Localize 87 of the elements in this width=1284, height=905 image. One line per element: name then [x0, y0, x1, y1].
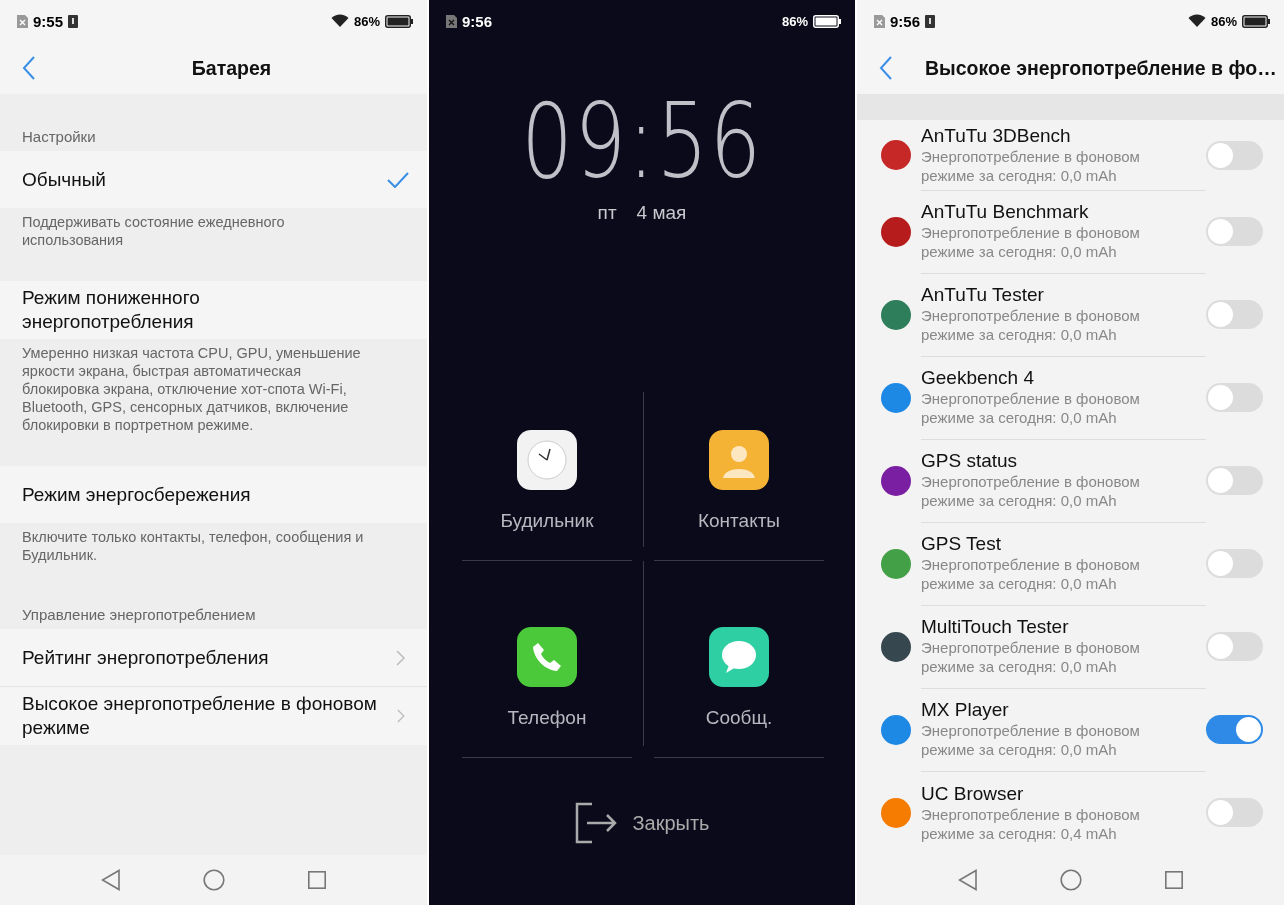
app-usage-text: Энергопотребление в фоновом режиме за сегодня: 0,0 mAh: [921, 223, 1141, 261]
sd-card-icon: [925, 14, 936, 28]
app-icon: [881, 216, 911, 247]
wifi-icon: [1187, 14, 1206, 28]
settings-link[interactable]: Рейтинг энергопотребления: [0, 629, 427, 686]
app-icon: [881, 714, 911, 745]
sim-card-icon: [446, 14, 457, 28]
app-icon: [881, 548, 911, 579]
recent-apps-icon[interactable]: [307, 871, 326, 889]
screen-title: Батарея: [191, 56, 272, 80]
contact-person-icon: [709, 430, 769, 490]
back-chevron-icon[interactable]: [879, 56, 893, 80]
app-icon: [881, 299, 911, 330]
battery-percent: 86%: [353, 13, 380, 29]
shortcut-tile[interactable]: Сообщ.: [654, 561, 824, 758]
app-name: UC Browser: [921, 782, 1025, 805]
battery-icon: [1242, 14, 1270, 28]
app-name: MX Player: [921, 699, 1010, 721]
sim-card-icon: [17, 14, 28, 28]
app-name: Geekbench 4: [921, 367, 1036, 389]
date-label: 4 мая: [636, 202, 687, 224]
app-icon: [881, 382, 911, 413]
section-label: Управление энергопотреблением: [22, 606, 256, 623]
back-icon[interactable]: [101, 869, 122, 891]
battery-percent: 86%: [781, 13, 808, 29]
app-usage-text: Энергопотребление в фоновом режиме за сегодня: 0,0 mAh: [921, 721, 1141, 759]
chevron-right-icon: [396, 649, 405, 666]
mode-option[interactable]: Режим пониженного энергопотребления: [0, 281, 427, 339]
wifi-icon: [330, 14, 349, 28]
settings-link[interactable]: Высокое энергопотребление в фоновом режиме: [0, 686, 427, 745]
status-time: 9:56: [890, 12, 921, 30]
battery-percent: 86%: [1210, 13, 1237, 29]
app-icon: [881, 465, 911, 496]
shortcut-tile[interactable]: Контакты: [654, 378, 824, 561]
toggle-switch[interactable]: [1206, 466, 1263, 495]
status-time: 9:56: [462, 12, 493, 30]
screen-title: Высокое энергопотребление в фо…: [925, 56, 1277, 80]
toggle-switch[interactable]: [1206, 798, 1263, 827]
app-icon: [881, 631, 911, 662]
option-description: Включите только контакты, телефон, сообщения и Будильник.: [22, 528, 365, 564]
app-name: AnTuTu 3DBench: [921, 124, 1072, 147]
app-name: AnTuTu Benchmark: [921, 201, 1090, 223]
battery-icon: [385, 14, 413, 28]
recent-apps-icon[interactable]: [1164, 871, 1183, 889]
app-usage-text: Энергопотребление в фоновом режиме за сегодня: 0,0 mAh: [921, 638, 1141, 676]
phone-handset-icon: [517, 627, 577, 687]
clock-time: 09:56: [520, 86, 764, 196]
section-label: Настройки: [22, 128, 96, 145]
app-usage-text: Энергопотребление в фоновом режиме за сегодня: 0,0 mAh: [921, 389, 1141, 427]
app-icon: [881, 797, 911, 828]
toggle-switch[interactable]: [1206, 300, 1263, 329]
toggle-switch[interactable]: [1206, 715, 1263, 744]
alarm-clock-icon: [517, 430, 577, 490]
option-description: Умеренно низкая частота CPU, GPU, уменьшение яркости экрана, быстрая автоматическая блокировка экрана, отключение хот-спота Wi-Fi, Bluetooth, GPS, сенсорных датчиков, включение блокировки в портретном режиме.: [22, 344, 362, 434]
home-icon[interactable]: [1060, 869, 1083, 891]
shortcut-tile[interactable]: Телефон: [462, 561, 632, 758]
chat-bubble-icon: [709, 627, 769, 687]
app-name: GPS Test: [921, 533, 1002, 555]
battery-icon: [813, 14, 841, 28]
shortcut-tile[interactable]: Будильник: [462, 378, 632, 561]
back-chevron-icon[interactable]: [22, 56, 36, 80]
app-name: MultiTouch Tester: [921, 616, 1070, 638]
close-button[interactable]: Закрыть: [574, 802, 710, 844]
status-time: 9:55: [33, 12, 64, 30]
app-usage-text: Энергопотребление в фоновом режиме за сегодня: 0,0 mAh: [921, 555, 1141, 593]
mode-option[interactable]: Обычный: [0, 151, 427, 208]
app-name: AnTuTu Tester: [921, 284, 1045, 306]
app-usage-text: Энергопотребление в фоновом режиме за сегодня: 0,0 mAh: [921, 306, 1141, 344]
app-usage-text: Энергопотребление в фоновом режиме за сегодня: 0,0 mAh: [921, 146, 1141, 185]
chevron-right-icon: [397, 708, 405, 724]
back-icon[interactable]: [958, 869, 979, 891]
home-icon[interactable]: [203, 869, 226, 891]
option-description: Поддерживать состояние ежедневного использования: [22, 213, 286, 249]
app-usage-text: Энергопотребление в фоновом режиме за сегодня: 0,0 mAh: [921, 472, 1141, 510]
sd-card-icon: [68, 14, 79, 28]
toggle-switch[interactable]: [1206, 217, 1263, 246]
app-usage-text: Энергопотребление в фоновом режиме за сегодня: 0,4 mAh: [921, 804, 1141, 843]
weekday-label: пт: [597, 202, 617, 224]
exit-icon: [574, 802, 619, 844]
mode-option[interactable]: Режим энергосбережения: [0, 466, 427, 523]
app-name: GPS status: [921, 450, 1019, 472]
toggle-switch[interactable]: [1206, 383, 1263, 412]
sim-card-icon: [874, 14, 885, 28]
toggle-switch[interactable]: [1206, 140, 1263, 170]
toggle-switch[interactable]: [1206, 632, 1263, 661]
toggle-switch[interactable]: [1206, 549, 1263, 578]
app-icon: [881, 140, 911, 170]
